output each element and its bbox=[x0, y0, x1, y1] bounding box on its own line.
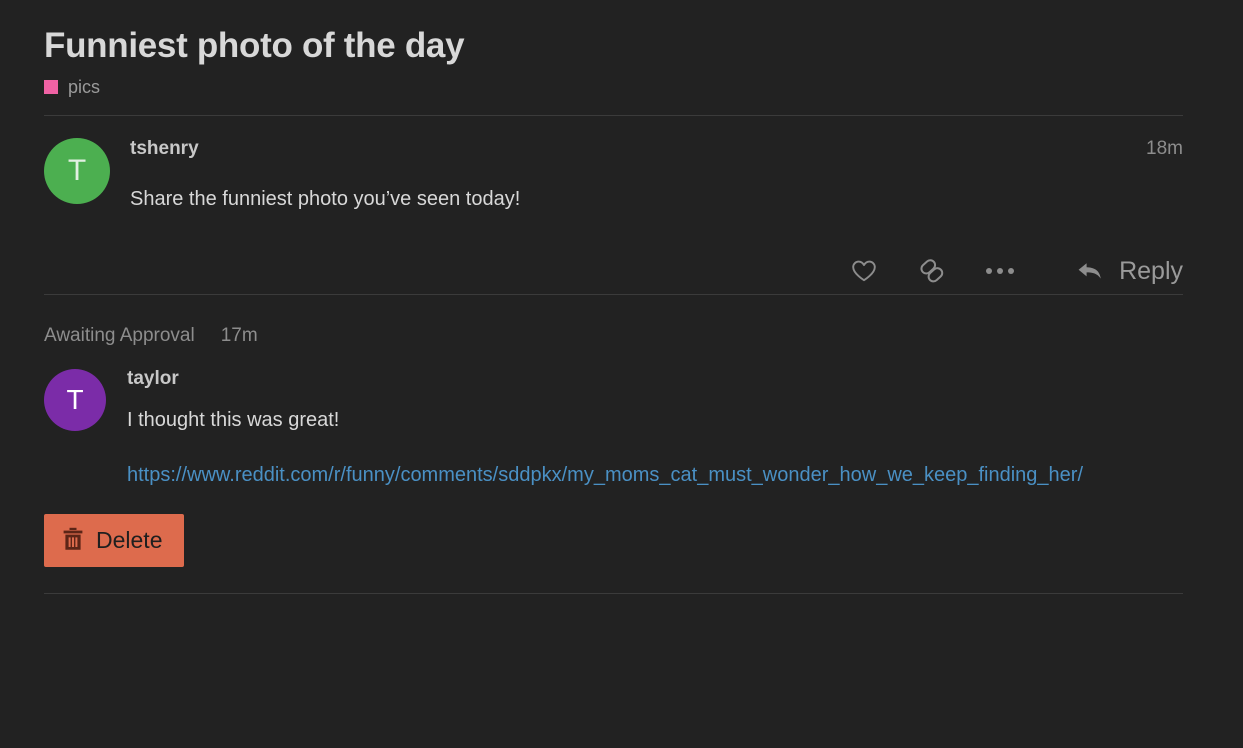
delete-action-row: Delete bbox=[0, 490, 1243, 568]
comment-actions: Reply bbox=[0, 248, 1243, 294]
color-swatch-icon bbox=[44, 80, 58, 95]
pending-comment-body: taylor I thought this was great! https:/… bbox=[106, 368, 1183, 490]
heart-icon[interactable] bbox=[847, 254, 881, 288]
delete-button-label: Delete bbox=[96, 527, 163, 554]
comment-text: Share the funniest photo you’ve seen tod… bbox=[130, 188, 521, 211]
category-tag-label: pics bbox=[68, 77, 101, 98]
comment-text: I thought this was great! bbox=[127, 409, 340, 432]
page-title: Funniest photo of the day bbox=[44, 26, 465, 65]
comments-page: Funniest photo of the day pics T tshenry… bbox=[0, 0, 1243, 748]
reply-button[interactable]: Reply bbox=[1073, 254, 1183, 288]
reply-arrow-icon bbox=[1073, 254, 1107, 288]
footer-divider bbox=[44, 593, 1183, 595]
pending-comment-header: taylor bbox=[127, 368, 1183, 390]
avatar[interactable]: T bbox=[44, 369, 106, 432]
approval-status-row: Awaiting Approval 17m bbox=[0, 295, 1243, 347]
pending-timestamp: 17m bbox=[220, 325, 258, 347]
chain-link-icon[interactable] bbox=[915, 254, 949, 288]
comment-body: tshenry 18m Share the funniest photo you… bbox=[110, 138, 1183, 214]
page-header: Funniest photo of the day pics bbox=[0, 0, 1243, 97]
comment-author[interactable]: tshenry bbox=[130, 138, 199, 160]
comment-header: tshenry 18m bbox=[130, 138, 1183, 160]
avatar[interactable]: T bbox=[44, 138, 110, 205]
status-badge: Awaiting Approval bbox=[44, 325, 195, 347]
trash-icon bbox=[62, 527, 84, 554]
pending-comment-item: T taylor I thought this was great! https… bbox=[0, 347, 1243, 490]
category-tag[interactable]: pics bbox=[44, 77, 1183, 97]
comment-link[interactable]: https://www.reddit.com/r/funny/comments/… bbox=[127, 461, 1183, 490]
comment-author[interactable]: taylor bbox=[127, 368, 179, 390]
comment-item: T tshenry 18m Share the funniest photo y… bbox=[0, 116, 1243, 214]
reply-label: Reply bbox=[1119, 256, 1183, 285]
ellipsis-icon[interactable] bbox=[983, 254, 1017, 288]
comment-timestamp: 18m bbox=[1146, 138, 1183, 160]
delete-button[interactable]: Delete bbox=[44, 514, 185, 568]
